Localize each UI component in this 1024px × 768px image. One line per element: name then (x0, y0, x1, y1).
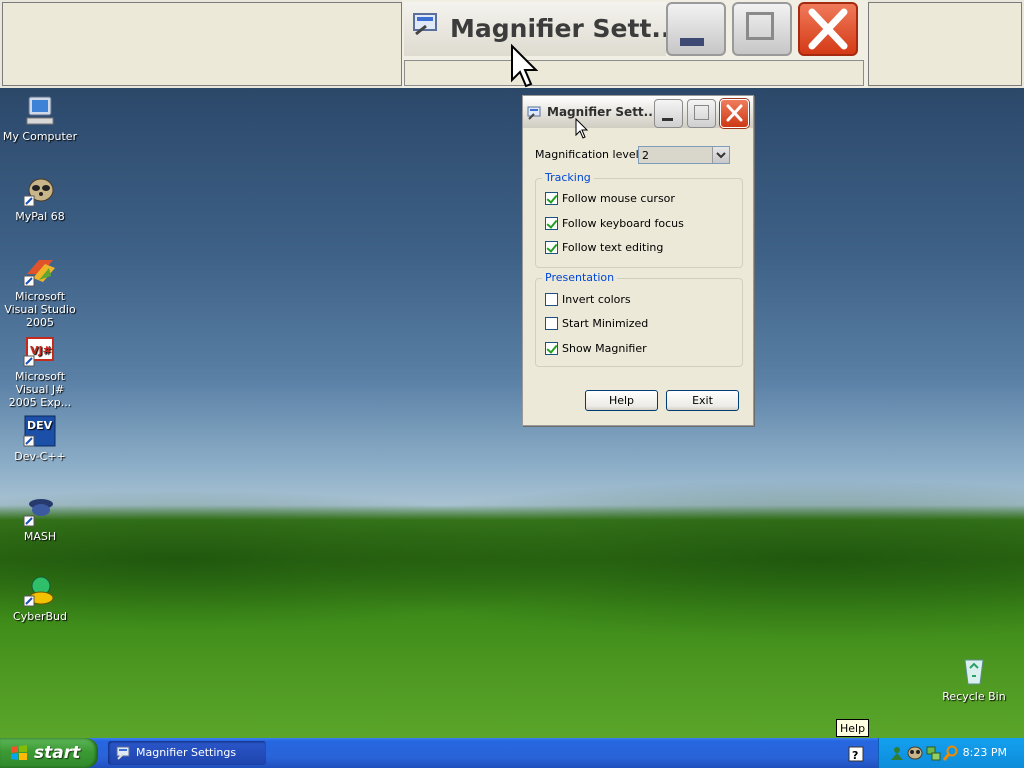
icon-label: Dev-C++ (14, 450, 66, 463)
magnified-maximize-icon (732, 2, 792, 56)
checkbox-label: Invert colors (562, 293, 631, 306)
desktop-icon-visual-studio[interactable]: Microsoft Visual Studio 2005 (0, 254, 80, 329)
tray-network-icon[interactable] (925, 745, 941, 761)
system-tray: 8:23 PM (878, 738, 1024, 768)
help-tooltip: Help (836, 719, 870, 737)
tray-magnifier-icon[interactable] (943, 745, 959, 761)
magnification-level-select[interactable]: 2 (638, 146, 730, 164)
taskbar: start Magnifier Settings ? 8:23 PM (0, 738, 1024, 768)
magnifier-app-icon (116, 746, 130, 760)
desktop-icon-cyberbud[interactable]: CyberBud (0, 574, 80, 623)
window-title: Magnifier Sett... (547, 105, 658, 119)
desktop-icon-my-computer[interactable]: My Computer (0, 94, 80, 143)
tray-raccoon-icon[interactable] (907, 745, 923, 761)
maximize-button[interactable] (687, 99, 716, 128)
minimize-button[interactable] (654, 99, 683, 128)
tracking-group: Tracking Follow mouse cursor Follow keyb… (535, 171, 743, 268)
window-titlebar[interactable]: Magnifier Sett... (523, 96, 753, 128)
help-icon[interactable]: ? (848, 746, 864, 762)
icon-label: MyPal 68 (15, 210, 65, 223)
magnified-close-icon (798, 2, 858, 56)
magnification-level-label: Magnification level: (535, 148, 643, 161)
checkbox-checked-icon[interactable] (545, 192, 558, 205)
magnifier-settings-window: Magnifier Sett... Magnification level: 2… (522, 95, 754, 426)
help-button[interactable]: Help (585, 390, 658, 411)
windows-flag-icon (11, 745, 27, 760)
magnified-window-body (404, 60, 864, 86)
desktop-icon-dev-cpp[interactable]: DEV Dev-C++ (0, 414, 80, 463)
taskbar-item-label: Magnifier Settings (136, 746, 237, 759)
svg-text:VJ#: VJ# (30, 344, 52, 357)
desktop-icon-recycle-bin[interactable]: Recycle Bin (934, 654, 1014, 703)
close-icon (726, 104, 743, 122)
icon-label: My Computer (2, 130, 78, 143)
tracking-group-title: Tracking (542, 171, 594, 184)
computer-icon (26, 96, 54, 125)
dev-cpp-icon: DEV (23, 415, 56, 447)
checkbox-checked-icon[interactable] (545, 217, 558, 230)
checkbox-label: Follow keyboard focus (562, 217, 684, 230)
icon-label: Microsoft Visual Studio 2005 (4, 290, 76, 329)
icon-label: MASH (23, 530, 57, 543)
magnified-area-left (2, 2, 402, 86)
checkbox-label: Follow text editing (562, 241, 664, 254)
checkbox-checked-icon[interactable] (545, 342, 558, 355)
svg-text:?: ? (852, 749, 858, 762)
checkbox-unchecked-icon[interactable] (545, 293, 558, 306)
svg-text:DEV: DEV (27, 419, 53, 432)
clock[interactable]: 8:23 PM (963, 746, 1007, 759)
magnifier-app-icon (527, 106, 541, 120)
close-button[interactable] (720, 99, 749, 128)
icon-label: Recycle Bin (942, 690, 1006, 703)
checkbox-label: Show Magnifier (562, 342, 647, 355)
mash-icon (23, 499, 53, 527)
desktop-icon-visual-jsharp[interactable]: VJ# Microsoft Visual J# 2005 Exp... (0, 334, 80, 409)
vjsharp-icon: VJ# (23, 337, 54, 367)
magnified-minimize-icon (666, 2, 726, 56)
cyberbud-icon (23, 576, 54, 607)
presentation-group: Presentation Invert colors Start Minimiz… (535, 271, 743, 367)
recycle-bin-icon (964, 659, 984, 685)
icon-label: CyberBud (13, 610, 67, 623)
taskbar-item-magnifier-settings[interactable]: Magnifier Settings (108, 741, 266, 765)
visual-studio-icon (23, 260, 55, 287)
raccoon-icon (23, 178, 54, 207)
chevron-down-icon[interactable] (712, 147, 729, 163)
start-label: start (34, 743, 81, 763)
desktop-icon-mash[interactable]: MASH (0, 494, 80, 543)
magnified-title-text: Magnifier Sett... (450, 14, 680, 43)
checkbox-label: Start Minimized (562, 317, 649, 330)
magnifier-view: Magnifier Sett... (0, 0, 1024, 88)
checkbox-unchecked-icon[interactable] (545, 317, 558, 330)
icon-label: Microsoft Visual J# 2005 Exp... (8, 370, 72, 409)
mouse-cursor-icon (575, 118, 589, 139)
magnifier-app-icon (413, 13, 437, 36)
desktop-wallpaper (0, 0, 1024, 738)
magnification-level-value: 2 (642, 149, 649, 162)
start-button[interactable]: start (0, 738, 98, 768)
tray-person-icon[interactable] (889, 745, 905, 761)
exit-button[interactable]: Exit (666, 390, 739, 411)
presentation-group-title: Presentation (542, 271, 618, 284)
magnified-area-right (868, 2, 1022, 86)
checkbox-label: Follow mouse cursor (562, 192, 675, 205)
magnified-cursor-icon (511, 44, 538, 88)
checkbox-checked-icon[interactable] (545, 241, 558, 254)
desktop-icon-mypal[interactable]: MyPal 68 (0, 174, 80, 223)
